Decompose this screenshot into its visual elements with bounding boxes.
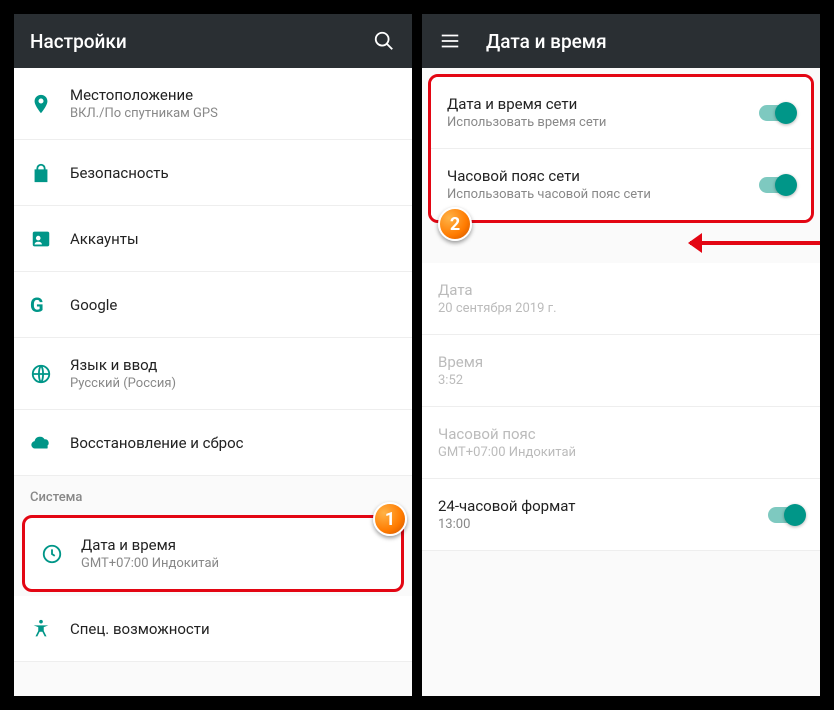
datetime-screen: Дата и время Дата и время сети Использов…	[420, 12, 822, 698]
annotation-badge-1: 1	[373, 502, 407, 536]
settings-item-language[interactable]: Язык и ввод Русский (Россия)	[14, 338, 412, 410]
item-subtitle: 3:52	[438, 373, 804, 388]
search-icon[interactable]	[372, 29, 396, 53]
item-subtitle: Использовать часовой пояс сети	[447, 187, 759, 202]
item-auto-timezone[interactable]: Часовой пояс сети Использовать часовой п…	[431, 149, 811, 220]
item-title: Дата и время	[81, 536, 385, 554]
item-title: Часовой пояс	[438, 425, 804, 443]
globe-icon	[30, 363, 70, 385]
item-title: 24-часовой формат	[438, 497, 768, 515]
item-title: Восстановление и сброс	[70, 434, 396, 452]
settings-list: Местоположение ВКЛ./По спутникам GPS Без…	[14, 68, 412, 696]
settings-item-datetime[interactable]: Дата и время GMT+07:00 Индокитай 1	[22, 515, 404, 592]
item-subtitle: 13:00	[438, 517, 768, 532]
datetime-title: Дата и время	[486, 30, 804, 53]
settings-item-accounts[interactable]: Аккаунты	[14, 206, 412, 272]
item-title: Спец. возможности	[70, 620, 396, 638]
annotation-arrow	[690, 241, 820, 245]
annotation-badge-2: 2	[438, 207, 472, 241]
item-title: Время	[438, 353, 804, 371]
item-title: Дата	[438, 281, 804, 299]
accessibility-icon	[30, 618, 70, 640]
auto-time-toggle[interactable]	[759, 105, 795, 121]
person-icon	[30, 228, 70, 250]
auto-tz-toggle[interactable]	[759, 177, 795, 193]
item-time: Время 3:52	[422, 335, 820, 407]
settings-item-backup[interactable]: Восстановление и сброс	[14, 410, 412, 476]
settings-subheader-system: Система	[14, 476, 412, 511]
item-subtitle: ВКЛ./По спутникам GPS	[70, 106, 396, 121]
item-title: Часовой пояс сети	[447, 167, 759, 185]
datetime-list: Дата и время сети Использовать время сет…	[422, 68, 820, 696]
item-title: Google	[70, 296, 396, 314]
item-title: Язык и ввод	[70, 356, 396, 374]
item-title: Безопасность	[70, 164, 396, 182]
item-title: Аккаунты	[70, 230, 396, 248]
item-timezone: Часовой пояс GMT+07:00 Индокитай	[422, 407, 820, 479]
item-title: Дата и время сети	[447, 95, 759, 113]
format24-toggle[interactable]	[768, 507, 804, 523]
item-date: Дата 20 сентября 2019 г.	[422, 263, 820, 335]
settings-item-location[interactable]: Местоположение ВКЛ./По спутникам GPS	[14, 68, 412, 140]
item-24h-format[interactable]: 24-часовой формат 13:00	[422, 479, 820, 551]
hamburger-icon[interactable]	[438, 29, 462, 53]
subheader-text: Система	[30, 490, 82, 505]
settings-header: Настройки	[14, 14, 412, 68]
settings-item-accessibility[interactable]: Спец. возможности	[14, 596, 412, 662]
item-subtitle: 20 сентября 2019 г.	[438, 301, 804, 316]
item-subtitle: Русский (Россия)	[70, 376, 396, 391]
datetime-header: Дата и время	[422, 14, 820, 68]
clock-icon	[41, 543, 81, 565]
item-auto-time[interactable]: Дата и время сети Использовать время сет…	[431, 77, 811, 149]
item-subtitle: GMT+07:00 Индокитай	[81, 556, 385, 571]
lock-icon	[30, 162, 70, 184]
item-subtitle: GMT+07:00 Индокитай	[438, 445, 804, 460]
settings-screen: Настройки Местоположение ВКЛ./По спутник…	[12, 12, 414, 698]
location-icon	[30, 93, 70, 115]
item-subtitle: Использовать время сети	[447, 115, 759, 130]
google-icon: G	[30, 293, 70, 317]
cloud-icon	[30, 432, 70, 454]
highlighted-group: Дата и время сети Использовать время сет…	[428, 74, 814, 223]
settings-item-google[interactable]: G Google	[14, 272, 412, 338]
settings-title: Настройки	[30, 30, 348, 53]
item-title: Местоположение	[70, 86, 396, 104]
settings-item-security[interactable]: Безопасность	[14, 140, 412, 206]
